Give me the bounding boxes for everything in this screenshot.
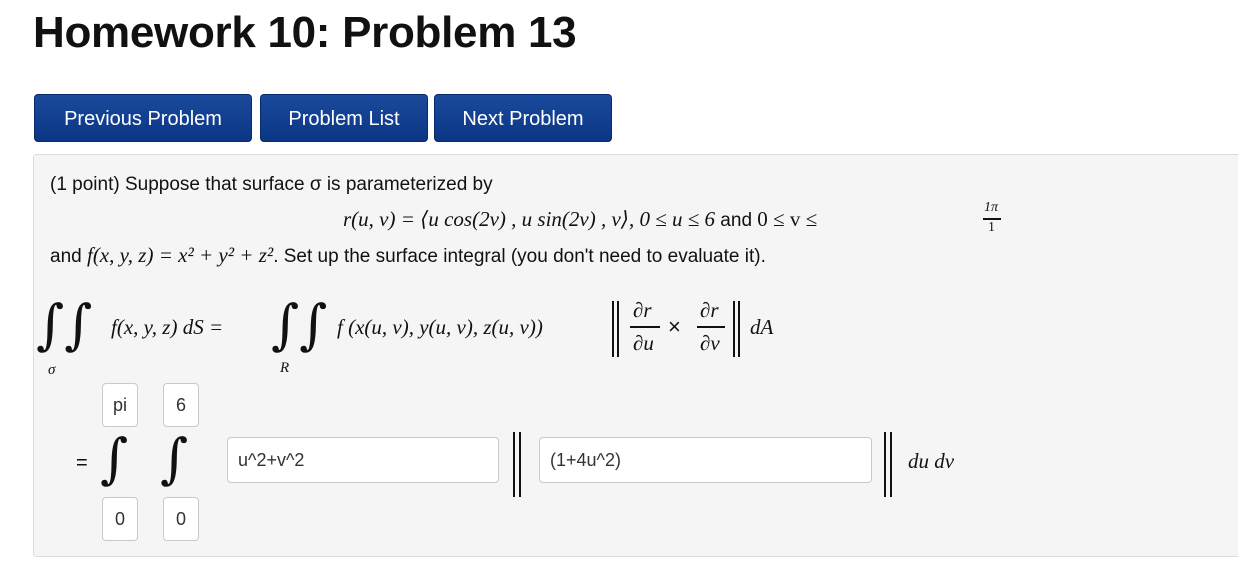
f-suffix: . Set up the surface integral (you don't… bbox=[273, 246, 766, 267]
partial-r-u-num: ∂r bbox=[633, 298, 652, 322]
partial-v-fraction-line bbox=[697, 326, 725, 328]
partial-v-den: ∂v bbox=[700, 331, 720, 355]
norm-bar-right-1 bbox=[733, 301, 735, 357]
rhs-integrand: f (x(u, v), y(u, v), z(u, v)) bbox=[337, 315, 543, 339]
lhs-integrand: f(x, y, z) dS = bbox=[111, 315, 224, 339]
partial-u-fraction-line bbox=[630, 326, 660, 328]
norm-bar-left-2 bbox=[617, 301, 619, 357]
lhs-region: σ bbox=[48, 362, 56, 378]
double-integral-sign-rhs: ∫∫ bbox=[271, 293, 328, 356]
next-problem-button[interactable]: Next Problem bbox=[434, 94, 612, 142]
partial-u-den: ∂u bbox=[633, 331, 654, 355]
previous-problem-button[interactable]: Previous Problem bbox=[34, 94, 252, 142]
answer-norm-bar-left-2 bbox=[519, 432, 521, 497]
double-integral-sign-lhs: ∫∫ bbox=[36, 293, 93, 356]
inner-integral-sign: ∫ bbox=[160, 427, 189, 490]
answer-norm-bar-left-1 bbox=[513, 432, 515, 497]
page: Homework 10: Problem 13 Previous Problem… bbox=[0, 0, 1238, 572]
rhs-region: R bbox=[280, 360, 290, 376]
norm-bar-right-2 bbox=[738, 301, 740, 357]
f-definition: f(x, y, z) = x² + y² + z² bbox=[86, 243, 274, 267]
integrand-norm-input[interactable]: (1+4u^2) bbox=[539, 437, 872, 483]
page-title: Homework 10: Problem 13 bbox=[33, 8, 577, 57]
outer-integral-sign: ∫ bbox=[100, 427, 129, 490]
inner-upper-limit-input[interactable]: 6 bbox=[163, 383, 199, 427]
outer-lower-limit-input[interactable]: 0 bbox=[102, 497, 138, 541]
equals-sign: = bbox=[76, 452, 88, 474]
f-prefix: and bbox=[50, 246, 87, 267]
answer-norm-bar-right-1 bbox=[884, 432, 886, 497]
integrand-f-input[interactable]: u^2+v^2 bbox=[227, 437, 499, 483]
dA-label: dA bbox=[750, 315, 774, 339]
answer-norm-bar-right-2 bbox=[890, 432, 892, 497]
outer-upper-limit-input[interactable]: pi bbox=[102, 383, 138, 427]
param-formula: r(u, v) = ⟨u cos(2v) , u sin(2v) , v⟩, 0… bbox=[343, 207, 716, 231]
param-v-bound: 0 ≤ v ≤ bbox=[757, 207, 818, 231]
problem-list-button[interactable]: Problem List bbox=[260, 94, 428, 142]
inner-lower-limit-input[interactable]: 0 bbox=[163, 497, 199, 541]
norm-bar-left-1 bbox=[612, 301, 614, 357]
cross-product-sign: × bbox=[668, 314, 681, 339]
param-and: and bbox=[715, 210, 758, 231]
parameterization: r(u, v) = ⟨u cos(2v) , u sin(2v) , v⟩, 0… bbox=[343, 207, 817, 232]
param-v-upper-den: 1 bbox=[988, 220, 995, 235]
du-dv-label: du dv bbox=[908, 449, 955, 473]
partial-r-v-num: ∂r bbox=[700, 298, 719, 322]
param-v-upper-num: 1π bbox=[984, 200, 999, 215]
f-definition-line: and f(x, y, z) = x² + y² + z². Set up th… bbox=[50, 243, 766, 268]
problem-intro: (1 point) Suppose that surface σ is para… bbox=[50, 174, 493, 195]
